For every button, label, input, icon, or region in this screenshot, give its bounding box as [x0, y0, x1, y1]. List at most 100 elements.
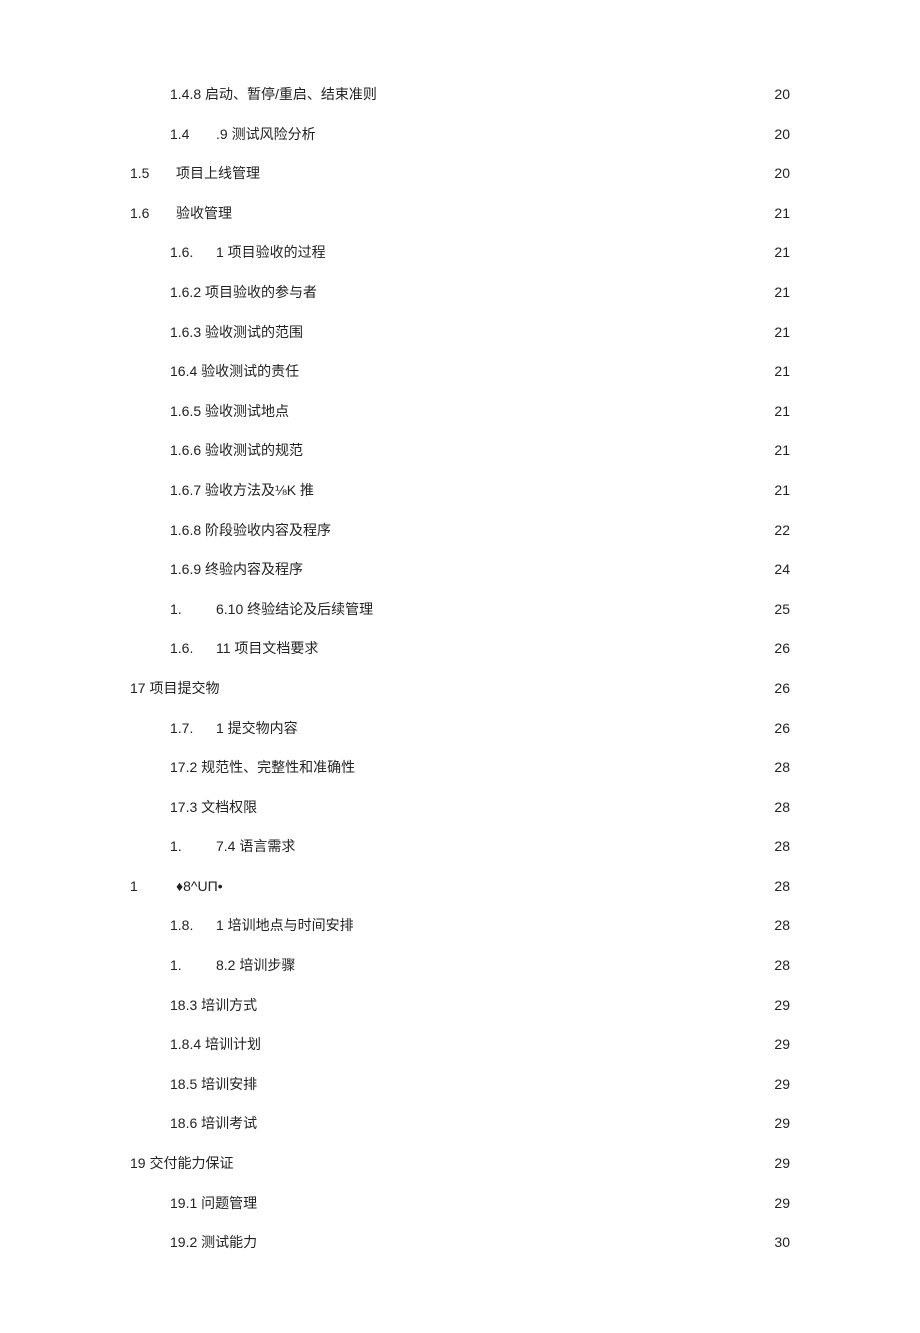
toc-title: 7.4 语言需求 [216, 837, 295, 857]
toc-entry: 1. 6.10 终验结论及后续管理 25 [130, 600, 790, 620]
toc-entry: 1.6.9 终验内容及程序 24 [130, 560, 790, 580]
toc-entry: 19.2 测试能力 30 [130, 1233, 790, 1253]
toc-entry: 18.6 培训考试 29 [130, 1114, 790, 1134]
toc-page-number: 28 [770, 798, 790, 818]
toc-title: 验收管理 [176, 204, 232, 224]
toc-page-number: 21 [770, 362, 790, 382]
toc-title: 11 项目文档要求 [216, 639, 318, 659]
toc-page-number: 21 [770, 243, 790, 263]
toc-entry: 19 交付能力保证 29 [130, 1154, 790, 1174]
toc-entry: 1.4.8 启动、暂停/重启、结束准则 20 [130, 85, 790, 105]
toc-title: 16.4 验收测试的责任 [170, 362, 299, 382]
toc-title: ♦8^UΠ• [176, 877, 223, 897]
toc-entry: 17.3 文档权限 28 [130, 798, 790, 818]
toc-entry: 1.7. 1 提交物内容 26 [130, 719, 790, 739]
toc-entry: 18.3 培训方式 29 [130, 996, 790, 1016]
toc-entry: 1 ♦8^UΠ• 28 [130, 877, 790, 897]
toc-title: 1.6.5 验收测试地点 [170, 402, 289, 422]
toc-entry: 1.6 验收管理 21 [130, 204, 790, 224]
toc-entry: 1.6.7 验收方法及⅛K 推 21 [130, 481, 790, 501]
toc-page-number: 29 [770, 1075, 790, 1095]
toc-title: 1.6.9 终验内容及程序 [170, 560, 303, 580]
toc-entry: 19.1 问题管理 29 [130, 1194, 790, 1214]
toc-entry: 1.8. 1 培训地点与时间安排 28 [130, 916, 790, 936]
toc-title: 19 交付能力保证 [130, 1154, 233, 1174]
toc-entry: 1.6.3 验收测试的范围 21 [130, 323, 790, 343]
toc-title: 1.6.3 验收测试的范围 [170, 323, 303, 343]
toc-page-number: 29 [770, 1194, 790, 1214]
toc-prefix: 1.5 [130, 164, 164, 184]
toc-title: 1 提交物内容 [216, 719, 298, 739]
toc-prefix: 1.6. [170, 243, 204, 263]
toc-entry: 17.2 规范性、完整性和准确性28 [130, 758, 790, 778]
toc-title: 18.6 培训考试 [170, 1114, 257, 1134]
toc-title: 1.4.8 启动、暂停/重启、结束准则 [170, 85, 377, 105]
toc-title: 17.3 文档权限 [170, 798, 257, 818]
toc-page-number: 28 [770, 956, 790, 976]
toc-prefix: 1.7. [170, 719, 204, 739]
toc-title: 项目上线管理 [176, 164, 260, 184]
toc-prefix: 1. [170, 837, 204, 857]
toc-title: 8.2 培训步骤 [216, 956, 295, 976]
toc-page-number: 24 [770, 560, 790, 580]
toc-entry: 17 项目提交物 26 [130, 679, 790, 699]
toc-entry: 1.6. 11 项目文档要求 26 [130, 639, 790, 659]
toc-page-number: 29 [770, 1035, 790, 1055]
toc-title: 17 项目提交物 [130, 679, 219, 699]
toc-title: 19.2 测试能力 [170, 1233, 257, 1253]
toc-page-number: 29 [770, 1154, 790, 1174]
toc-entry: 1.6.2 项目验收的参与者 21 [130, 283, 790, 303]
toc-prefix: 1. [170, 600, 204, 620]
table-of-contents: 1.4.8 启动、暂停/重启、结束准则 20 1.4 .9 测试风险分析 20 1.5 项目… [130, 85, 790, 1253]
toc-prefix: 1 [130, 877, 164, 897]
toc-title: .9 测试风险分析 [216, 125, 316, 145]
toc-entry: 1. 8.2 培训步骤 28 [130, 956, 790, 976]
toc-title: 1.8.4 培训计划 [170, 1035, 261, 1055]
toc-page-number: 21 [770, 323, 790, 343]
toc-page-number: 21 [770, 481, 790, 501]
toc-prefix: 1.6. [170, 639, 204, 659]
toc-page-number: 21 [770, 441, 790, 461]
toc-title: 18.5 培训安排 [170, 1075, 257, 1095]
toc-page-number: 26 [770, 639, 790, 659]
toc-page-number: 20 [770, 164, 790, 184]
toc-entry: 18.5 培训安排 29 [130, 1075, 790, 1095]
toc-entry: 1.5 项目上线管理 20 [130, 164, 790, 184]
toc-page-number: 21 [770, 283, 790, 303]
toc-entry: 16.4 验收测试的责任 21 [130, 362, 790, 382]
toc-page-number: 21 [770, 204, 790, 224]
toc-entry: 1. 7.4 语言需求 28 [130, 837, 790, 857]
toc-page-number: 25 [770, 600, 790, 620]
toc-prefix: 1. [170, 956, 204, 976]
toc-title: 1 培训地点与时间安排 [216, 916, 354, 936]
toc-title: 19.1 问题管理 [170, 1194, 257, 1214]
toc-prefix: 1.8. [170, 916, 204, 936]
toc-title: 6.10 终验结论及后续管理 [216, 600, 373, 620]
toc-page-number: 20 [770, 85, 790, 105]
toc-entry: 1.6.5 验收测试地点 21 [130, 402, 790, 422]
toc-page-number: 26 [770, 679, 790, 699]
toc-title: 17.2 规范性、完整性和准确性 [170, 758, 355, 778]
toc-page-number: 21 [770, 402, 790, 422]
toc-title: 1.6.6 验收测试的规范 [170, 441, 303, 461]
toc-entry: 1.4 .9 测试风险分析 20 [130, 125, 790, 145]
toc-entry: 1.8.4 培训计划 29 [130, 1035, 790, 1055]
toc-entry: 1.6.6 验收测试的规范 21 [130, 441, 790, 461]
toc-page-number: 28 [770, 916, 790, 936]
toc-page-number: 22 [770, 521, 790, 541]
toc-title: 1 项目验收的过程 [216, 243, 326, 263]
toc-page-number: 28 [770, 877, 790, 897]
toc-entry: 1.6. 1 项目验收的过程 21 [130, 243, 790, 263]
toc-title: 1.6.7 验收方法及⅛K 推 [170, 481, 314, 501]
toc-page-number: 20 [770, 125, 790, 145]
toc-page-number: 28 [770, 837, 790, 857]
toc-page-number: 29 [770, 996, 790, 1016]
toc-prefix: 1.6 [130, 204, 164, 224]
toc-page-number: 26 [770, 719, 790, 739]
toc-title: 18.3 培训方式 [170, 996, 257, 1016]
toc-page-number: 29 [770, 1114, 790, 1134]
toc-page-number: 30 [770, 1233, 790, 1253]
toc-entry: 1.6.8 阶段验收内容及程序22 [130, 521, 790, 541]
toc-prefix: 1.4 [170, 125, 204, 145]
toc-title: 1.6.2 项目验收的参与者 [170, 283, 317, 303]
